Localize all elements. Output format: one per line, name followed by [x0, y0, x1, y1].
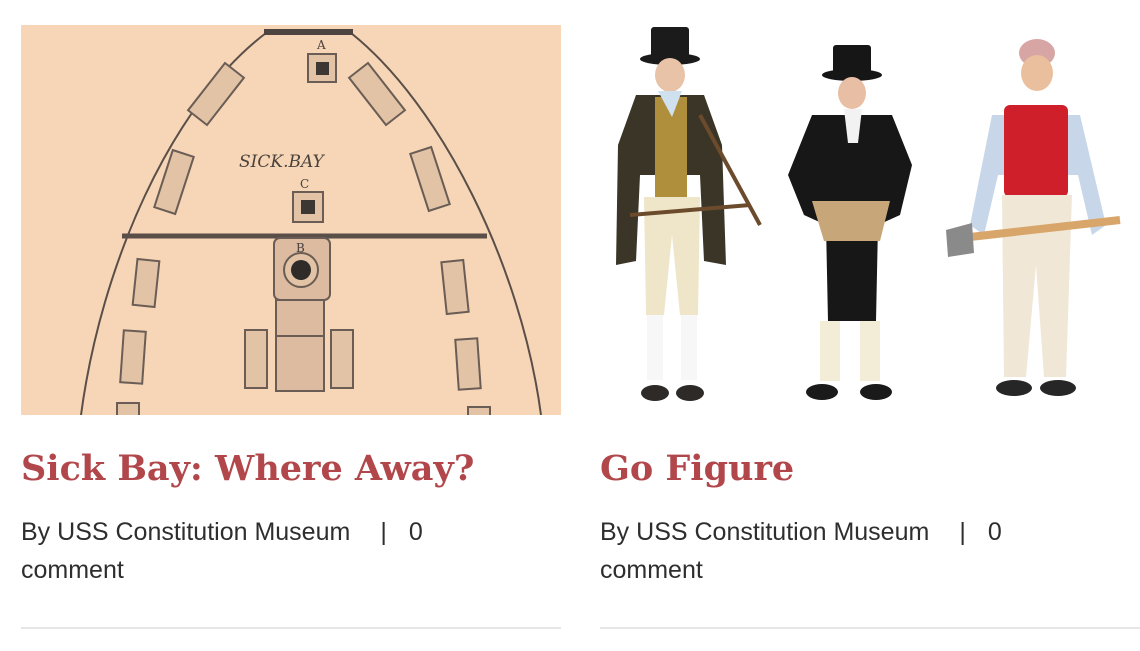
plan-caption-sick-bay: SICK.BAY — [239, 152, 326, 172]
post-card-sick-bay: SICK.BAY A C B Sick Bay: Where Away? By … — [21, 25, 561, 629]
post-divider — [21, 627, 561, 629]
plan-label-b: B — [296, 241, 305, 255]
post-title-link[interactable]: Go Figure — [600, 447, 794, 491]
comment-label[interactable]: comment — [600, 556, 703, 584]
ship-plan-drawing: SICK.BAY A C B — [21, 25, 561, 415]
post-meta: By USS Constitution Museum | 0 comment — [600, 513, 1040, 589]
reenactors-photo — [600, 25, 1140, 415]
author-link[interactable]: USS Constitution Museum — [636, 518, 929, 546]
comment-label[interactable]: comment — [21, 556, 124, 584]
author-link[interactable]: USS Constitution Museum — [57, 518, 350, 546]
meta-by-label: By — [21, 518, 51, 546]
meta-by-label: By — [600, 518, 630, 546]
comment-count[interactable]: 0 — [409, 518, 423, 546]
post-thumbnail-ship-plan[interactable]: SICK.BAY A C B — [21, 25, 561, 415]
comment-count[interactable]: 0 — [988, 518, 1002, 546]
plan-label-c: C — [300, 177, 309, 191]
post-divider — [600, 627, 1140, 629]
post-title-link[interactable]: Sick Bay: Where Away? — [21, 447, 474, 491]
post-card-go-figure: Go Figure By USS Constitution Museum | 0 c… — [600, 25, 1140, 629]
meta-separator: | — [380, 518, 387, 546]
meta-separator: | — [959, 518, 966, 546]
plan-label-a: A — [316, 38, 326, 52]
post-meta: By USS Constitution Museum | 0 comment — [21, 513, 461, 589]
post-thumbnail-reenactors[interactable] — [600, 25, 1140, 415]
